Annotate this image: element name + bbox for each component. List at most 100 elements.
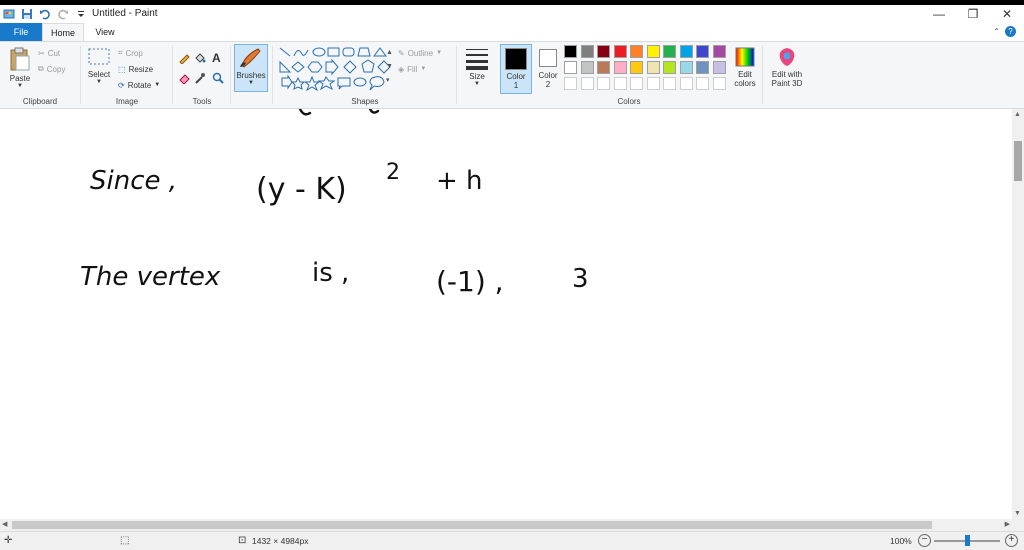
color-swatch[interactable] bbox=[580, 45, 594, 58]
color-swatch[interactable] bbox=[663, 45, 676, 58]
zoom-slider-thumb[interactable] bbox=[965, 535, 970, 546]
color-swatch[interactable] bbox=[564, 45, 577, 58]
horizontal-scrollbar[interactable]: ◀ ▶ bbox=[0, 519, 1012, 531]
paste-label: Paste bbox=[9, 74, 31, 83]
redo-icon[interactable] bbox=[56, 7, 70, 21]
brushes-dropdown-icon: ▼ bbox=[248, 80, 254, 86]
customize-qat-icon[interactable] bbox=[74, 7, 88, 21]
tab-home[interactable]: Home bbox=[42, 23, 84, 41]
horizontal-scroll-thumb[interactable] bbox=[12, 521, 932, 529]
fill-bucket-icon[interactable] bbox=[194, 52, 206, 64]
pencil-icon[interactable] bbox=[178, 52, 190, 64]
color-picker-icon[interactable] bbox=[194, 72, 206, 84]
color-swatch[interactable] bbox=[663, 77, 676, 90]
paste-button[interactable]: Paste ▼ bbox=[6, 46, 34, 89]
minimize-button[interactable]: — bbox=[922, 5, 956, 23]
size-button[interactable]: Size ▼ bbox=[462, 46, 492, 87]
rotate-dropdown-icon: ▼ bbox=[154, 82, 161, 88]
color-swatch[interactable] bbox=[646, 77, 660, 90]
magnifier-icon[interactable] bbox=[212, 72, 224, 84]
color-swatch[interactable] bbox=[679, 45, 693, 58]
outline-button[interactable]: ✎ Outline ▼ bbox=[398, 46, 442, 60]
color-swatch[interactable] bbox=[597, 45, 610, 58]
color-swatch[interactable] bbox=[613, 77, 627, 90]
shapes-scroll-icon[interactable]: ▲ ▼ ▾ bbox=[386, 46, 393, 88]
image-group-label: Image bbox=[115, 97, 139, 106]
color2-button[interactable]: Color 2 bbox=[534, 44, 562, 94]
color-swatch[interactable] bbox=[663, 61, 676, 74]
save-icon[interactable] bbox=[20, 7, 34, 21]
scissors-icon: ✂ bbox=[38, 48, 45, 58]
handwritten-minus-one: (-1) , bbox=[436, 265, 504, 298]
rotate-label: Rotate bbox=[127, 80, 152, 90]
scroll-right-icon[interactable]: ▶ bbox=[1005, 520, 1010, 528]
color-swatch[interactable] bbox=[613, 61, 627, 74]
resize-button[interactable]: ⬚ Resize bbox=[118, 62, 153, 76]
scroll-down-icon[interactable]: ▼ bbox=[1014, 510, 1021, 517]
copy-button[interactable]: ⧉ Copy bbox=[38, 62, 65, 76]
handwriting-layer: Since , (y - K) 2 + h The vertex is , (-… bbox=[80, 107, 589, 298]
scroll-up-icon[interactable]: ▲ bbox=[1014, 111, 1021, 118]
ribbon-separator bbox=[172, 46, 173, 104]
color-swatch[interactable] bbox=[564, 61, 577, 74]
crop-button[interactable]: ⌗ Crop bbox=[118, 46, 143, 60]
scroll-left-icon[interactable]: ◀ bbox=[2, 520, 7, 528]
ribbon-separator bbox=[272, 46, 273, 104]
status-bar: ✛ ⬚ ⊡ 1432 × 4984px 100% − + bbox=[0, 531, 1024, 550]
undo-icon[interactable] bbox=[38, 7, 52, 21]
color1-button[interactable]: Color 1 bbox=[500, 44, 532, 94]
brushes-button[interactable]: Brushes ▼ bbox=[234, 44, 268, 92]
ribbon-collapse-icon[interactable]: ⌃ bbox=[993, 27, 1000, 36]
zoom-out-icon[interactable]: − bbox=[918, 534, 931, 547]
help-icon[interactable]: ? bbox=[1005, 26, 1016, 37]
color-swatch[interactable] bbox=[679, 61, 693, 74]
tab-view[interactable]: View bbox=[84, 23, 126, 41]
color-swatch[interactable] bbox=[712, 61, 726, 74]
color-swatch[interactable] bbox=[580, 61, 594, 74]
color-swatch[interactable] bbox=[696, 45, 709, 58]
color-swatch[interactable] bbox=[712, 77, 726, 90]
vertical-scroll-thumb[interactable] bbox=[1014, 141, 1022, 181]
handwritten-three: 3 bbox=[572, 264, 589, 294]
eraser-icon[interactable] bbox=[178, 72, 190, 84]
fill-button[interactable]: ◈ Fill ▼ bbox=[398, 62, 426, 76]
vertical-scrollbar[interactable]: ▲ ▼ bbox=[1012, 109, 1024, 519]
color-swatch[interactable] bbox=[630, 45, 643, 58]
ribbon-separator bbox=[230, 46, 231, 104]
color-swatch[interactable] bbox=[597, 77, 610, 90]
restore-button[interactable]: ❐ bbox=[956, 5, 990, 23]
color-swatch[interactable] bbox=[679, 77, 693, 90]
window-title: Untitled - Paint bbox=[92, 8, 158, 19]
rotate-button[interactable]: ⟳ Rotate ▼ bbox=[118, 78, 160, 92]
color-swatch[interactable] bbox=[696, 77, 709, 90]
color-swatch[interactable] bbox=[597, 61, 610, 74]
color-swatch[interactable] bbox=[630, 77, 643, 90]
color-swatch[interactable] bbox=[712, 45, 726, 58]
ribbon-separator bbox=[762, 46, 763, 104]
color-swatch[interactable] bbox=[646, 61, 660, 74]
color-swatch[interactable] bbox=[580, 77, 594, 90]
crop-label: Crop bbox=[125, 48, 143, 58]
color-swatch[interactable] bbox=[630, 61, 643, 74]
edit-colors-button[interactable]: Edit colors bbox=[730, 46, 760, 88]
cut-off-stroke bbox=[368, 107, 380, 114]
handwritten-the-vertex: The vertex bbox=[80, 262, 221, 292]
tab-file[interactable]: File bbox=[0, 23, 42, 41]
color-swatch[interactable] bbox=[646, 45, 660, 58]
zoom-in-icon[interactable]: + bbox=[1005, 534, 1018, 547]
copy-icon: ⧉ bbox=[38, 64, 44, 73]
color1-swatch bbox=[505, 48, 527, 70]
shapes-gallery[interactable] bbox=[278, 46, 392, 92]
select-button[interactable]: Select ▼ bbox=[84, 46, 114, 85]
crop-icon: ⌗ bbox=[118, 48, 123, 57]
edit-with-paint3d-button[interactable]: Edit with Paint 3D bbox=[766, 46, 808, 88]
ribbon: Paste ▼ ✂ Cut ⧉ Copy Clipboard Select ▼ ⌗ C… bbox=[0, 41, 1024, 109]
drawing-canvas[interactable]: Since , (y - K) 2 + h The vertex is , (-… bbox=[0, 107, 1012, 519]
color-swatch[interactable] bbox=[564, 77, 577, 90]
handwritten-since: Since , bbox=[90, 166, 177, 196]
color-swatch[interactable] bbox=[613, 45, 627, 58]
cut-button[interactable]: ✂ Cut bbox=[38, 46, 60, 60]
color-swatch[interactable] bbox=[696, 61, 709, 74]
close-button[interactable]: ✕ bbox=[990, 5, 1024, 23]
text-tool-icon[interactable]: A bbox=[212, 51, 221, 65]
